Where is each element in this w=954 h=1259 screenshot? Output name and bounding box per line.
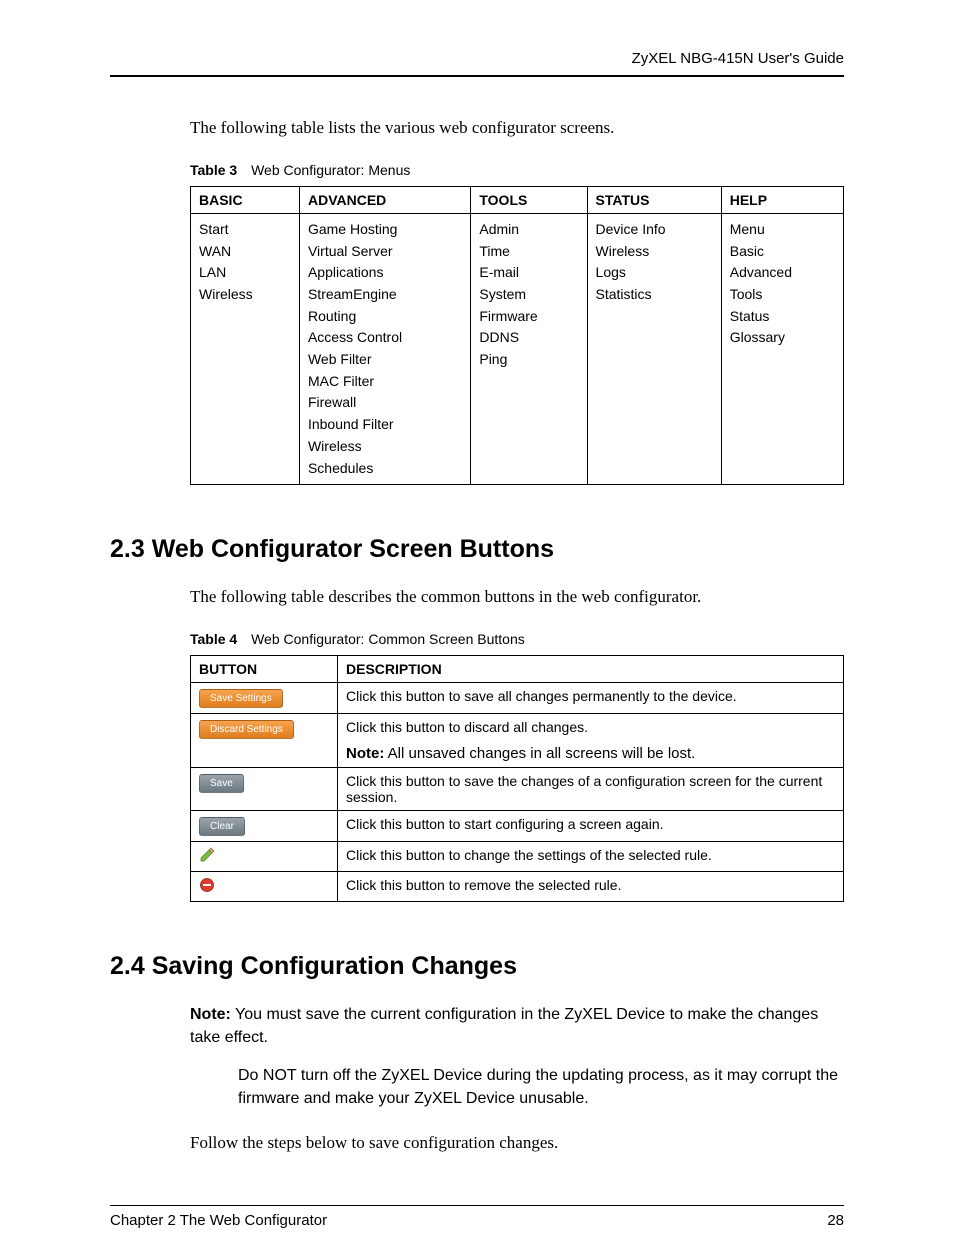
note-line-1: You must save the current configuration …: [190, 1006, 818, 1046]
table4-header-description: DESCRIPTION: [338, 656, 844, 683]
intro-paragraph-1: The following table lists the various we…: [190, 117, 844, 140]
section-2-3-heading: 2.3 Web Configurator Screen Buttons: [110, 535, 844, 564]
page-header: ZyXEL NBG-415N User's Guide: [110, 50, 844, 67]
edit-icon: [199, 850, 215, 866]
menu-item: Start: [199, 219, 291, 241]
footer-page-number: 28: [827, 1212, 844, 1229]
description-note: Note: All unsaved changes in all screens…: [346, 745, 835, 762]
menu-item: Applications: [308, 262, 462, 284]
section-2-4-note: Note: You must save the current configur…: [190, 1003, 844, 1110]
menu-item: Firmware: [479, 306, 578, 328]
table3-label: Table 3: [190, 162, 237, 178]
menu-item: E-mail: [479, 262, 578, 284]
note-prefix: Note:: [190, 1006, 231, 1023]
description-cell: Click this button to remove the selected…: [338, 872, 844, 902]
menu-item: Device Info: [596, 219, 713, 241]
button-cell: [191, 842, 338, 872]
menu-item: Statistics: [596, 284, 713, 306]
menu-item: LAN: [199, 262, 291, 284]
menu-item: Basic: [730, 241, 835, 263]
menu-item: Glossary: [730, 327, 835, 349]
menu-item: MAC Filter: [308, 371, 462, 393]
button-cell: Discard Settings: [191, 714, 338, 768]
section-2-3-intro: The following table describes the common…: [190, 586, 844, 609]
menu-item: Game Hosting: [308, 219, 462, 241]
table3-cell: AdminTimeE-mailSystemFirmwareDDNSPing: [471, 213, 587, 484]
menu-item: Time: [479, 241, 578, 263]
page-footer: Chapter 2 The Web Configurator 28: [110, 1212, 844, 1229]
menu-item: Menu: [730, 219, 835, 241]
table3-header: STATUS: [587, 186, 721, 213]
menu-item: Web Filter: [308, 349, 462, 371]
table3-header: HELP: [721, 186, 843, 213]
description-text: Click this button to save all changes pe…: [346, 688, 737, 704]
description-cell: Click this button to discard all changes…: [338, 714, 844, 768]
table4-caption: Table 4 Web Configurator: Common Screen …: [190, 631, 844, 647]
menu-item: System: [479, 284, 578, 306]
menu-item: Firewall: [308, 392, 462, 414]
table-row: Save Settings Click this button to save a…: [191, 683, 844, 714]
table3-cell: Game HostingVirtual ServerApplicationsSt…: [299, 213, 470, 484]
menu-item: Admin: [479, 219, 578, 241]
table-row: Save Click this button to save the change…: [191, 768, 844, 811]
table3-header: BASIC: [191, 186, 300, 213]
table-row: Click this button to change the settings…: [191, 842, 844, 872]
table3-cell: MenuBasicAdvancedToolsStatusGlossary: [721, 213, 843, 484]
menu-item: Virtual Server: [308, 241, 462, 263]
menu-item: StreamEngine: [308, 284, 462, 306]
table4-header-button: BUTTON: [191, 656, 338, 683]
save-settings-button[interactable]: Save Settings: [199, 689, 283, 708]
description-cell: Click this button to save the changes of…: [338, 768, 844, 811]
save-button[interactable]: Save: [199, 774, 244, 793]
table3: BASICADVANCEDTOOLSSTATUSHELP StartWANLAN…: [190, 186, 844, 485]
menu-item: WAN: [199, 241, 291, 263]
menu-item: Schedules: [308, 458, 462, 480]
button-cell: [191, 872, 338, 902]
table3-cell: StartWANLANWireless: [191, 213, 300, 484]
table-row: Click this button to remove the selected…: [191, 872, 844, 902]
header-rule: [110, 75, 844, 77]
clear-button[interactable]: Clear: [199, 817, 245, 836]
description-text: Click this button to remove the selected…: [346, 877, 621, 893]
discard-settings-button[interactable]: Discard Settings: [199, 720, 294, 739]
button-cell: Save Settings: [191, 683, 338, 714]
menu-item: Wireless: [199, 284, 291, 306]
menu-item: Wireless: [596, 241, 713, 263]
menu-item: Inbound Filter: [308, 414, 462, 436]
description-cell: Click this button to start configuring a…: [338, 811, 844, 842]
description-text: Click this button to start configuring a…: [346, 816, 664, 832]
table4: BUTTON DESCRIPTION Save Settings Click th…: [190, 655, 844, 902]
menu-item: Tools: [730, 284, 835, 306]
table3-header: TOOLS: [471, 186, 587, 213]
button-cell: Clear: [191, 811, 338, 842]
table-row: Discard Settings Click this button to dis…: [191, 714, 844, 768]
menu-item: DDNS: [479, 327, 578, 349]
section-2-4-body: Follow the steps below to save configura…: [190, 1132, 844, 1155]
table-row: Clear Click this button to start configur…: [191, 811, 844, 842]
table3-title: Web Configurator: Menus: [251, 162, 410, 178]
section-2-4-heading: 2.4 Saving Configuration Changes: [110, 952, 844, 981]
menu-item: Access Control: [308, 327, 462, 349]
menu-item: Routing: [308, 306, 462, 328]
menu-item: Advanced: [730, 262, 835, 284]
table4-label: Table 4: [190, 631, 237, 647]
button-cell: Save: [191, 768, 338, 811]
menu-item: Logs: [596, 262, 713, 284]
footer-chapter: Chapter 2 The Web Configurator: [110, 1212, 327, 1229]
table3-cell: Device InfoWirelessLogsStatistics: [587, 213, 721, 484]
description-cell: Click this button to save all changes pe…: [338, 683, 844, 714]
table4-title: Web Configurator: Common Screen Buttons: [251, 631, 525, 647]
delete-icon: [199, 880, 215, 896]
description-text: Click this button to save the changes of…: [346, 773, 822, 805]
menu-item: Ping: [479, 349, 578, 371]
description-cell: Click this button to change the settings…: [338, 842, 844, 872]
menu-item: Wireless: [308, 436, 462, 458]
note-line-2: Do NOT turn off the ZyXEL Device during …: [238, 1064, 844, 1110]
table3-header: ADVANCED: [299, 186, 470, 213]
menu-item: Status: [730, 306, 835, 328]
footer-rule: [110, 1205, 844, 1206]
table3-caption: Table 3 Web Configurator: Menus: [190, 162, 844, 178]
description-text: Click this button to change the settings…: [346, 847, 712, 863]
description-text: Click this button to discard all changes…: [346, 719, 588, 735]
